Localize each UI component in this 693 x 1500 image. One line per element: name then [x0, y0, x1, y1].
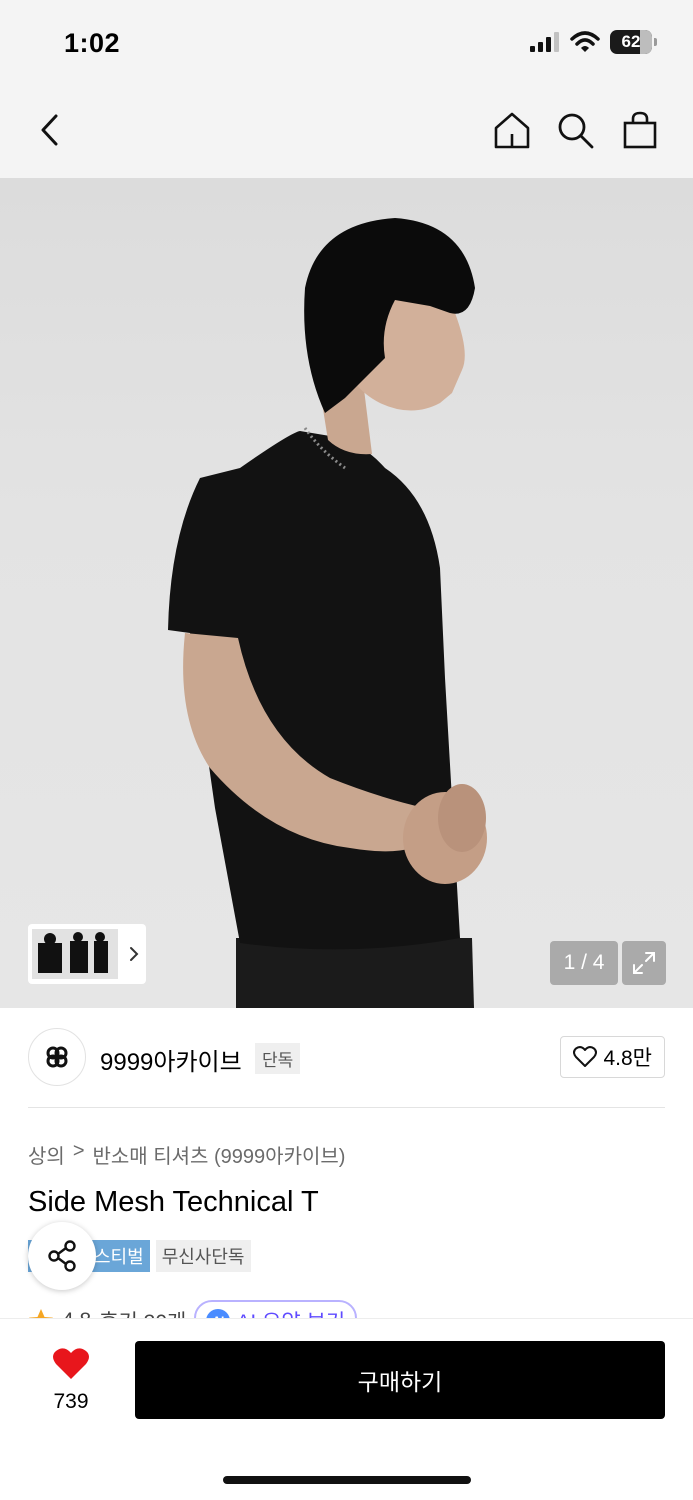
status-time: 1:02: [64, 28, 121, 58]
battery-icon: 62: [610, 30, 652, 54]
favorite-count: 739: [53, 1390, 89, 1413]
wifi-icon: [570, 31, 600, 52]
heart-outline-icon: [573, 1046, 598, 1067]
home-indicator: [223, 1476, 471, 1484]
heart-filled-icon: [53, 1348, 89, 1379]
expand-icon: [633, 952, 655, 974]
breadcrumb-separator: >: [72, 1140, 85, 1162]
model-photo: [168, 218, 487, 1008]
favorite-button[interactable]: 739: [40, 1347, 102, 1414]
purchase-bar: 739 구매하기: [0, 1318, 693, 1500]
product-title: Side Mesh Technical T: [28, 1186, 319, 1218]
brand-row[interactable]: 9999아카이브 단독 4.8만: [0, 1008, 693, 1108]
battery-level: 62: [621, 32, 641, 51]
back-button[interactable]: [28, 108, 72, 152]
product-image[interactable]: 1 / 4: [0, 178, 693, 1008]
thumbnail-images: [32, 929, 118, 979]
home-button[interactable]: [490, 108, 534, 152]
brand-logo[interactable]: [28, 1028, 86, 1086]
cart-button[interactable]: [618, 108, 662, 152]
chevron-left-icon: [41, 114, 58, 146]
rating-row: 4.8 후기 30개 AI AI 요약 보기: [28, 1298, 428, 1320]
buy-button[interactable]: 구매하기: [135, 1341, 665, 1419]
nav-bar: [0, 88, 693, 178]
share-button[interactable]: [28, 1222, 96, 1290]
shopping-bag-icon: [623, 111, 657, 149]
breadcrumb: 상의 > 반소매 티셔츠 (9999아카이브): [28, 1140, 345, 1169]
breadcrumb-category[interactable]: 상의: [28, 1140, 65, 1169]
breadcrumb-subcategory[interactable]: 반소매 티셔츠 (9999아카이브): [93, 1140, 346, 1169]
share-icon: [48, 1240, 76, 1272]
brand-logo-icon: [46, 1046, 68, 1068]
musinsa-exclusive-tag: 무신사단독: [155, 1240, 251, 1272]
search-button[interactable]: [553, 108, 597, 152]
status-bar: 1:02 62: [0, 0, 693, 88]
exclusive-badge: 단독: [255, 1043, 301, 1074]
divider: [28, 1107, 665, 1108]
image-page-counter: 1 / 4: [550, 941, 618, 985]
signal-icon: [530, 32, 559, 52]
chevron-right-icon: [130, 947, 139, 961]
ai-summary-button[interactable]: AI AI 요약 보기: [194, 1300, 358, 1320]
status-icons: 62: [530, 30, 657, 54]
search-icon: [558, 113, 594, 149]
thumbnail-strip[interactable]: [28, 924, 146, 984]
home-icon: [494, 112, 530, 149]
brand-name[interactable]: 9999아카이브: [100, 1042, 242, 1077]
brand-like-button[interactable]: 4.8만: [560, 1036, 665, 1078]
brand-like-count: 4.8만: [603, 1047, 652, 1070]
expand-button[interactable]: [622, 941, 666, 985]
